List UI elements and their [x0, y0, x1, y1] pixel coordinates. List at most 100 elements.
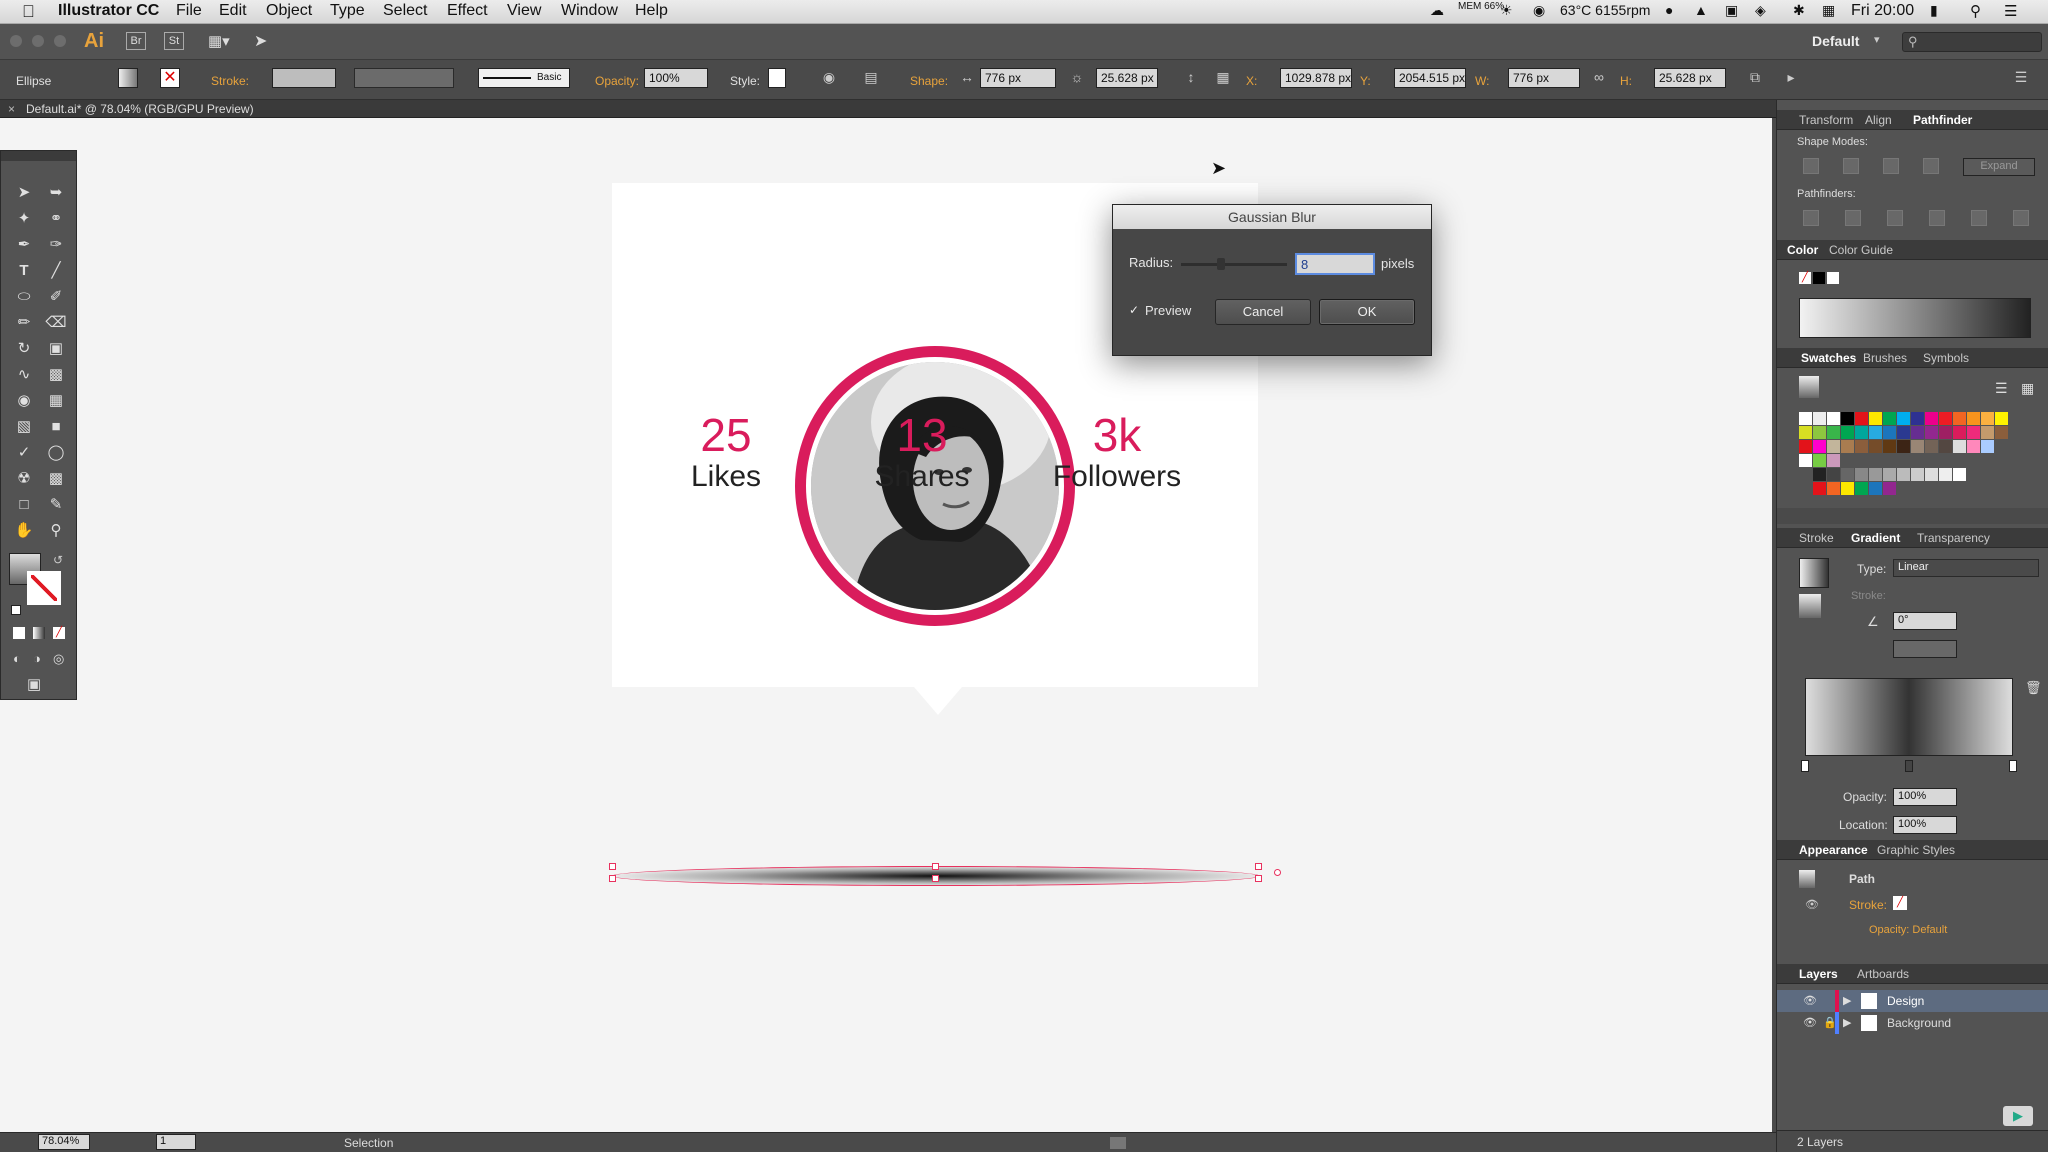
gradient-stop-middle[interactable]	[1905, 760, 1913, 772]
swatch-fill-stroke-icon[interactable]	[1799, 376, 1819, 398]
shape-width-field[interactable]: 776 px	[980, 68, 1056, 88]
close-window-icon[interactable]	[10, 35, 22, 47]
menu-window[interactable]: Window	[561, 2, 618, 20]
perspective-grid-tool-icon[interactable]: ▦	[43, 389, 69, 413]
tab-layers[interactable]: Layers	[1799, 967, 1838, 981]
fill-stroke-toggle-icon[interactable]	[1799, 594, 1821, 618]
rotate-handle[interactable]	[1274, 869, 1281, 876]
direct-selection-tool-icon[interactable]: ➥	[43, 181, 69, 205]
align-to-icon[interactable]: ▤	[862, 69, 880, 87]
color-black-swatch[interactable]	[1813, 272, 1825, 284]
default-colors-icon[interactable]	[11, 605, 21, 615]
stroke-none-icon[interactable]: ╱	[1893, 896, 1907, 910]
free-transform-tool-icon[interactable]: ▩	[43, 363, 69, 387]
tab-color-guide[interactable]: Color Guide	[1829, 243, 1893, 257]
preview-checkbox[interactable]: ✓	[1129, 303, 1141, 317]
mesh-tool-icon[interactable]: ▧	[11, 415, 37, 439]
expand-layer-icon[interactable]: ▶	[1843, 994, 1851, 1007]
location-field[interactable]: 100%	[1893, 816, 1957, 834]
pencil-tool-icon[interactable]: ✏	[11, 311, 37, 335]
ok-button[interactable]: OK	[1319, 299, 1415, 325]
tab-transform[interactable]: Transform	[1799, 113, 1853, 127]
tab-swatches[interactable]: Swatches	[1801, 351, 1856, 365]
temperature-readout[interactable]: 63°C 6155rpm	[1560, 2, 1650, 18]
menu-edit[interactable]: Edit	[219, 2, 247, 20]
intersect-icon[interactable]	[1883, 158, 1899, 174]
clock[interactable]: Fri 20:00	[1851, 2, 1914, 20]
selection-handle[interactable]	[609, 863, 616, 870]
workspace-switcher[interactable]: Default	[1812, 33, 1859, 49]
scale-tool-icon[interactable]: ▣	[43, 337, 69, 361]
zoom-field[interactable]: 78.04%	[38, 1134, 90, 1150]
angle-field[interactable]: 0°	[1893, 612, 1957, 630]
vertical-scrollbar[interactable]	[1772, 118, 1776, 1132]
layer-name[interactable]: Background	[1887, 1016, 1951, 1030]
crop-icon[interactable]	[1929, 210, 1945, 226]
fill-swatch[interactable]	[118, 68, 138, 88]
delete-stop-icon[interactable]: 🗑	[2025, 680, 2042, 696]
swatch-grid[interactable]	[1799, 412, 2029, 504]
exclude-icon[interactable]	[1923, 158, 1939, 174]
recolor-artwork-icon[interactable]: ◉	[820, 69, 838, 87]
width-field[interactable]: 776 px	[1508, 68, 1580, 88]
tab-pathfinder[interactable]: Pathfinder	[1913, 113, 1972, 127]
zoom-window-icon[interactable]	[54, 35, 66, 47]
minus-back-icon[interactable]	[2013, 210, 2029, 226]
horizontal-scroll-thumb[interactable]	[1110, 1137, 1126, 1149]
workspace-chevron-icon[interactable]: ▾	[1874, 33, 1880, 46]
list-view-icon[interactable]: ☰	[1995, 380, 2008, 397]
gradient-stop-left[interactable]	[1801, 760, 1809, 772]
apple-icon[interactable]: 	[22, 2, 35, 22]
color-white-swatch[interactable]	[1827, 272, 1839, 284]
rotate-tool-icon[interactable]: ↻	[11, 337, 37, 361]
tab-symbols[interactable]: Symbols	[1923, 351, 1969, 365]
selection-tool-icon[interactable]: ➤	[11, 181, 37, 205]
link-icon[interactable]: ∞	[1590, 69, 1608, 87]
zoom-tool-icon[interactable]: ⚲	[43, 519, 69, 543]
appearance-opacity-label[interactable]: Opacity: Default	[1869, 924, 1947, 936]
visibility-eye-icon[interactable]: 👁	[1805, 898, 1819, 911]
divide-icon[interactable]	[1803, 210, 1819, 226]
search-input[interactable]: ⚲	[1902, 32, 2042, 52]
tab-artboards[interactable]: Artboards	[1857, 967, 1909, 981]
draw-inside-icon[interactable]: ◎	[53, 651, 64, 667]
outline-icon[interactable]	[1971, 210, 1987, 226]
isolate-icon[interactable]: ▸	[1782, 69, 1800, 87]
gradient-type-dropdown[interactable]: Linear	[1893, 559, 2039, 577]
expand-button[interactable]: Expand	[1963, 158, 2035, 176]
selection-handle[interactable]	[1255, 875, 1262, 882]
paintbrush-tool-icon[interactable]: ✐	[43, 285, 69, 309]
artboard-tool-icon[interactable]: □	[11, 493, 37, 517]
page-field[interactable]: 1	[156, 1134, 196, 1150]
dialog-title[interactable]: Gaussian Blur	[1113, 205, 1431, 229]
layer-name[interactable]: Design	[1887, 994, 1924, 1008]
radius-slider[interactable]	[1181, 263, 1287, 266]
cloud-icon[interactable]: ☀	[1500, 2, 1513, 19]
gradient-opacity-field[interactable]: 100%	[1893, 788, 1957, 806]
eraser-tool-icon[interactable]: ⌫	[43, 311, 69, 335]
bridge-button[interactable]: Br	[126, 32, 146, 50]
gradient-thumbnail[interactable]	[1799, 558, 1829, 588]
gradient-stop-right[interactable]	[2009, 760, 2017, 772]
stroke-swatch[interactable]: ✕	[160, 68, 180, 88]
bluetooth-icon[interactable]: ✱	[1793, 2, 1805, 19]
gpu-performance-icon[interactable]: ➤	[254, 31, 276, 51]
menu-view[interactable]: View	[507, 2, 541, 20]
status-icon[interactable]: ☁	[1430, 2, 1444, 19]
gradient-ramp[interactable]	[1805, 678, 2013, 756]
shape-height-field[interactable]: 25.628 px	[1096, 68, 1158, 88]
selection-handle[interactable]	[932, 875, 939, 882]
screen-mode-icon[interactable]: ▣	[27, 675, 41, 693]
shape-builder-tool-icon[interactable]: ◉	[11, 389, 37, 413]
brush-definition-dropdown[interactable]: Basic	[478, 68, 570, 88]
tab-graphic-styles[interactable]: Graphic Styles	[1877, 843, 1955, 857]
selection-handle[interactable]	[609, 875, 616, 882]
tab-appearance[interactable]: Appearance	[1799, 843, 1868, 857]
ellipse-tool-icon[interactable]: ⬭	[11, 285, 37, 309]
tab-brushes[interactable]: Brushes	[1863, 351, 1907, 365]
stroke-weight-field[interactable]	[272, 68, 336, 88]
spotlight-icon[interactable]: ⚲	[1970, 2, 1981, 20]
swap-colors-icon[interactable]: ↺	[53, 553, 63, 567]
expand-layer-icon[interactable]: ▶	[1843, 1016, 1851, 1029]
stroke-label[interactable]: Stroke:	[211, 74, 249, 88]
